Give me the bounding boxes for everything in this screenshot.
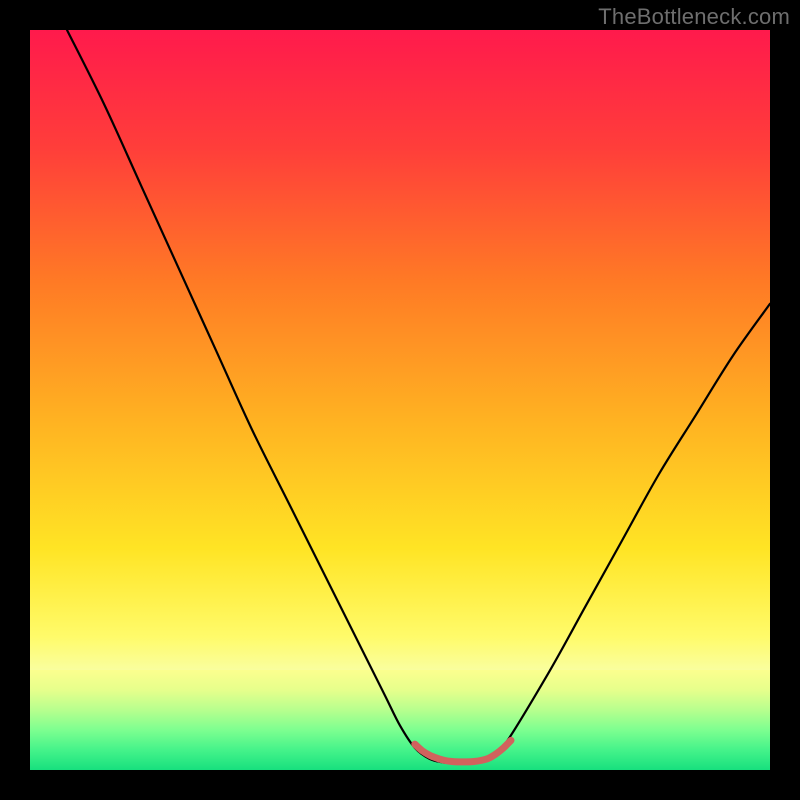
chart-frame: TheBottleneck.com [0,0,800,800]
bottom-strip [30,670,770,770]
watermark-text: TheBottleneck.com [598,4,790,30]
chart-plot-area [30,30,770,770]
gradient-background [30,30,770,770]
chart-svg [30,30,770,770]
